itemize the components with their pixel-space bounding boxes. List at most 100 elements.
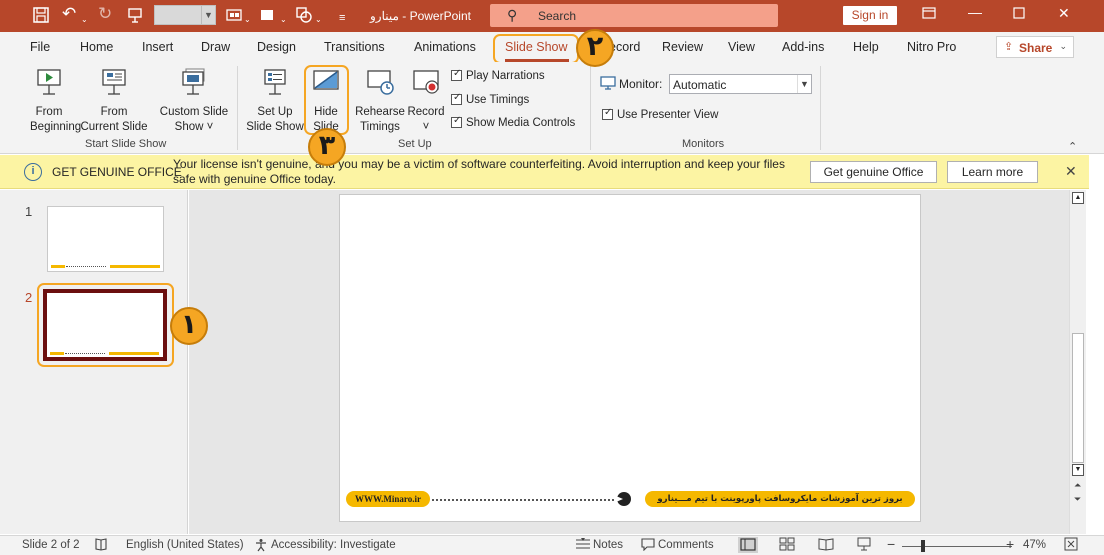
tab-review[interactable]: Review: [662, 40, 703, 54]
genuine-office-notice: i GET GENUINE OFFICE Your license isn't …: [0, 155, 1089, 189]
notes-button[interactable]: Notes: [593, 539, 623, 551]
show-media-controls-checkbox[interactable]: Show Media Controls: [451, 115, 575, 129]
monitors-group-label: Monitors: [682, 138, 725, 150]
thumbnail-footer-bar: [51, 265, 65, 268]
learn-more-button[interactable]: Learn more: [947, 161, 1038, 183]
tab-design[interactable]: Design: [257, 40, 296, 54]
maximize-icon[interactable]: [1013, 6, 1025, 22]
accessibility-status[interactable]: Accessibility: Investigate: [271, 539, 396, 551]
ribbon-display-icon[interactable]: [922, 6, 936, 23]
vertical-scrollbar[interactable]: ▲ ▼ ⏶ ⏷: [1069, 190, 1086, 534]
shape-fill-icon[interactable]: [260, 7, 274, 26]
rehearse-label-1: Rehearse: [355, 106, 405, 118]
notes-icon[interactable]: [575, 537, 591, 554]
group-separator: [237, 66, 238, 150]
zoom-in-icon[interactable]: +: [1006, 536, 1014, 552]
tab-file[interactable]: File: [30, 40, 50, 54]
tab-help[interactable]: Help: [853, 40, 879, 54]
tab-add-ins[interactable]: Add-ins: [782, 40, 824, 54]
reading-view-icon[interactable]: [818, 537, 834, 554]
language-status[interactable]: English (United States): [126, 539, 244, 551]
set-up-slide-show-icon: [244, 67, 306, 102]
tab-insert[interactable]: Insert: [142, 40, 173, 54]
rehearse-timings-icon: [352, 67, 408, 102]
shape-fill-dropdown-icon[interactable]: ⌄: [280, 11, 287, 29]
slide-sorter-icon[interactable]: [779, 537, 795, 554]
monitor-icon: [600, 76, 616, 93]
badge-step-3: ٣: [308, 128, 346, 166]
notice-message: Your license isn't genuine, and you may …: [173, 157, 785, 186]
from-current-label-1: From: [100, 106, 128, 118]
share-button[interactable]: ⇪ Share ⌄: [996, 36, 1074, 58]
scroll-down-icon[interactable]: ▼: [1072, 464, 1084, 476]
collapse-ribbon-icon[interactable]: ⌃: [1068, 140, 1077, 153]
from-current-slide-button[interactable]: From Current Slide: [78, 67, 150, 135]
zoom-slider-thumb[interactable]: [921, 540, 925, 552]
set-up-label-2: Slide Show: [246, 121, 304, 133]
shapes-dropdown-icon[interactable]: ⌄: [315, 11, 322, 29]
badge-step-1: ١: [170, 307, 208, 345]
title-bar: ↶ ⌄ ↻ ▼ ⌄ ⌄ ⌄ ≡ مینارو - PowerPoint ⚲ Se…: [0, 0, 1104, 32]
shapes-icon[interactable]: [296, 7, 312, 28]
normal-view-icon[interactable]: [738, 537, 758, 553]
zoom-out-icon[interactable]: −: [887, 536, 895, 552]
custom-slide-show-button[interactable]: Custom Slide Show ˅: [157, 67, 231, 135]
use-timings-checkbox[interactable]: Use Timings: [451, 92, 529, 106]
tab-home[interactable]: Home: [80, 40, 113, 54]
thumbnail-footer-bar: [110, 265, 160, 268]
undo-dropdown-icon[interactable]: ⌄: [81, 11, 88, 29]
layout-dropdown-icon[interactable]: ⌄: [244, 11, 251, 29]
record-icon: [405, 67, 447, 102]
set-up-slide-show-button[interactable]: Set Up Slide Show: [244, 67, 306, 135]
spelling-icon[interactable]: [94, 537, 108, 554]
thumbnail-footer-dots: [66, 266, 106, 267]
set-up-group-label: Set Up: [398, 138, 432, 150]
search-box[interactable]: ⚲ Search: [490, 4, 778, 27]
layout-icon[interactable]: [226, 7, 242, 28]
tab-nitro-pro[interactable]: Nitro Pro: [907, 40, 956, 54]
use-presenter-view-checkbox[interactable]: Use Presenter View: [602, 107, 718, 121]
play-narrations-checkbox[interactable]: Play Narrations: [451, 68, 545, 82]
fit-slide-icon[interactable]: [1064, 537, 1078, 554]
from-current-label-2: Current Slide: [80, 121, 148, 133]
monitor-select[interactable]: Automatic ▼: [669, 74, 812, 94]
font-size-combo[interactable]: ▼: [154, 5, 216, 25]
scrollbar-thumb[interactable]: [1072, 333, 1084, 463]
tab-draw[interactable]: Draw: [201, 40, 230, 54]
previous-slide-icon[interactable]: ⏶: [1074, 480, 1081, 491]
accessibility-icon[interactable]: [254, 538, 268, 555]
slide-number-2: 2: [25, 290, 33, 305]
comments-icon[interactable]: [641, 537, 655, 554]
present-icon[interactable]: [127, 7, 143, 28]
next-slide-icon[interactable]: ⏷: [1074, 494, 1081, 505]
minimize-icon[interactable]: —: [968, 4, 982, 20]
from-beginning-label-2: Beginning: [30, 121, 82, 133]
slide-show-view-icon[interactable]: [856, 537, 872, 554]
scroll-up-icon[interactable]: ▲: [1072, 192, 1084, 204]
get-genuine-office-button[interactable]: Get genuine Office: [810, 161, 937, 183]
redo-icon[interactable]: ↻: [98, 5, 112, 23]
rehearse-timings-button[interactable]: Rehearse Timings: [352, 67, 408, 135]
tab-transitions[interactable]: Transitions: [324, 40, 385, 54]
group-separator: [590, 66, 591, 150]
record-button[interactable]: Record ˅: [405, 67, 447, 135]
from-beginning-button[interactable]: From Beginning: [30, 67, 81, 135]
tab-animations[interactable]: Animations: [414, 40, 476, 54]
slide-footer-url: WWW.Minaro.ir: [346, 491, 430, 507]
window-title: مینارو - PowerPoint: [370, 9, 471, 23]
pacman-icon: [616, 492, 631, 506]
zoom-level[interactable]: 47%: [1023, 539, 1046, 551]
current-slide-canvas[interactable]: [339, 194, 921, 522]
close-window-icon[interactable]: ✕: [1058, 5, 1070, 22]
undo-icon[interactable]: ↶: [62, 5, 76, 23]
close-notice-icon[interactable]: ✕: [1065, 163, 1077, 180]
slide-number-1: 1: [25, 204, 33, 219]
checkbox-checked-icon: [602, 107, 613, 120]
comments-button[interactable]: Comments: [658, 539, 714, 551]
zoom-slider-track[interactable]: [902, 546, 1012, 547]
save-icon[interactable]: [33, 7, 49, 28]
tab-view[interactable]: View: [728, 40, 755, 54]
customize-toolbar-icon[interactable]: ≡: [339, 9, 345, 27]
sign-in-button[interactable]: Sign in: [843, 6, 897, 25]
slide-thumbnail-1[interactable]: [47, 206, 164, 272]
